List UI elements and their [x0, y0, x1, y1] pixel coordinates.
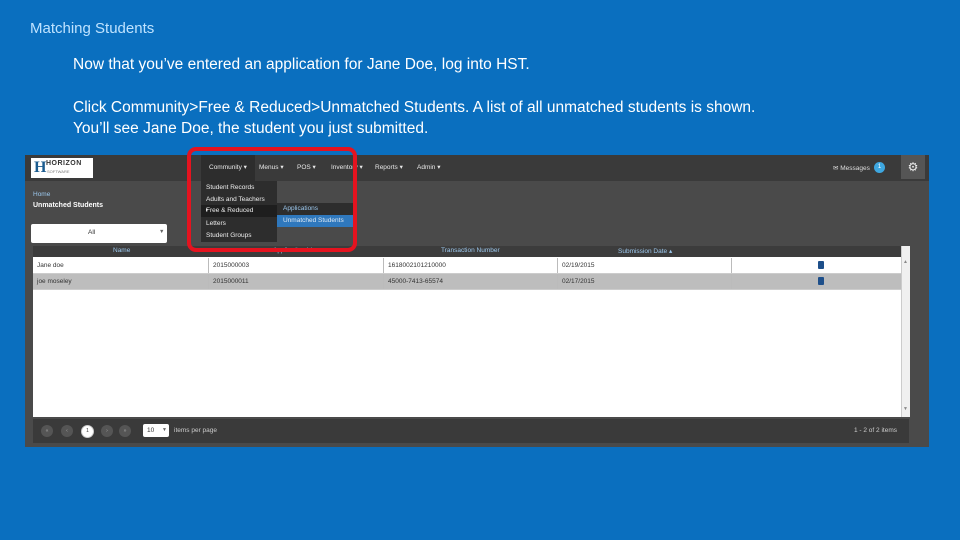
app-screenshot: H HORIZON SOFTWARE Community ▾ Menus ▾ P… — [25, 155, 929, 447]
cell-transaction-number: 1618002101210000 — [388, 262, 446, 269]
table-scrollbar[interactable]: ▲ ▼ — [901, 246, 910, 417]
logo-h-mark: H — [34, 159, 47, 176]
logo[interactable]: H HORIZON SOFTWARE — [31, 158, 93, 178]
breadcrumb-home[interactable]: Home — [33, 191, 50, 198]
column-divider — [731, 258, 732, 273]
scroll-down-icon[interactable]: ▼ — [903, 406, 908, 412]
pagination-bar: « ‹ 1 › » 10 ▼ items per page 1 - 2 of 2… — [33, 419, 909, 443]
cell-name: joe moseley — [37, 278, 72, 285]
next-page-button[interactable]: › — [101, 425, 113, 437]
current-page-button[interactable]: 1 — [81, 425, 94, 438]
column-divider — [731, 274, 732, 289]
slide-title: Matching Students — [30, 20, 155, 37]
column-header-name[interactable]: Name — [113, 247, 130, 254]
item-count: 1 - 2 of 2 items — [854, 427, 897, 434]
chevron-down-icon: ▼ — [162, 427, 167, 433]
column-divider — [383, 258, 384, 273]
column-divider — [557, 274, 558, 289]
page-size-select[interactable]: 10 ▼ — [143, 424, 169, 437]
column-divider — [208, 274, 209, 289]
column-divider — [557, 258, 558, 273]
cell-name: Jane doe — [37, 262, 64, 269]
trash-icon[interactable] — [818, 261, 824, 269]
instruction-line-2: You’ll see Jane Doe, the student you jus… — [73, 120, 429, 137]
page-size-value: 10 — [147, 427, 155, 434]
items-per-page-label: items per page — [174, 427, 217, 434]
column-divider — [383, 274, 384, 289]
prev-page-button[interactable]: ‹ — [61, 425, 73, 437]
gear-icon[interactable]: ⚙ — [901, 155, 925, 179]
nav-admin[interactable]: Admin ▾ — [417, 163, 441, 171]
page-title: Unmatched Students — [33, 202, 104, 209]
scroll-up-icon[interactable]: ▲ — [903, 259, 908, 265]
first-page-button[interactable]: « — [41, 425, 53, 437]
messages-count-badge: 1 — [874, 162, 885, 173]
logo-subtext: SOFTWARE — [47, 169, 70, 174]
table-header: Name Application Id Transaction Number S… — [33, 246, 909, 257]
students-table: Name Application Id Transaction Number S… — [33, 246, 909, 417]
cell-submission-date: 02/17/2015 — [562, 278, 595, 285]
filter-select[interactable]: All ▼ — [31, 224, 167, 243]
table-row[interactable]: Jane doe 2015000003 1618002101210000 02/… — [33, 258, 909, 274]
logo-text: HORIZON — [46, 160, 82, 167]
filter-value: All — [88, 229, 96, 236]
chevron-down-icon: ▼ — [159, 229, 165, 235]
instruction-paragraph-1: Now that you’ve entered an application f… — [73, 56, 530, 73]
instruction-paragraph-2: Click Community>Free & Reduced>Unmatched… — [73, 97, 755, 139]
trash-icon[interactable] — [818, 277, 824, 285]
highlight-callout-box — [187, 147, 357, 252]
nav-reports[interactable]: Reports ▾ — [375, 163, 403, 171]
cell-application-id: 2015000003 — [213, 262, 250, 269]
column-header-submission-date[interactable]: Submission Date ▴ — [618, 247, 672, 255]
messages-link[interactable]: ✉ Messages — [833, 164, 870, 172]
table-row[interactable]: joe moseley 2015000011 45000-7413-65574 … — [33, 274, 909, 290]
last-page-button[interactable]: » — [119, 425, 131, 437]
top-navbar: H HORIZON SOFTWARE Community ▾ Menus ▾ P… — [25, 155, 929, 181]
cell-submission-date: 02/19/2015 — [562, 262, 595, 269]
column-header-transaction-number[interactable]: Transaction Number — [441, 247, 500, 254]
instruction-line-1: Click Community>Free & Reduced>Unmatched… — [73, 99, 756, 116]
cell-application-id: 2015000011 — [213, 278, 249, 285]
column-divider — [208, 258, 209, 273]
cell-transaction-number: 45000-7413-65574 — [388, 278, 443, 285]
